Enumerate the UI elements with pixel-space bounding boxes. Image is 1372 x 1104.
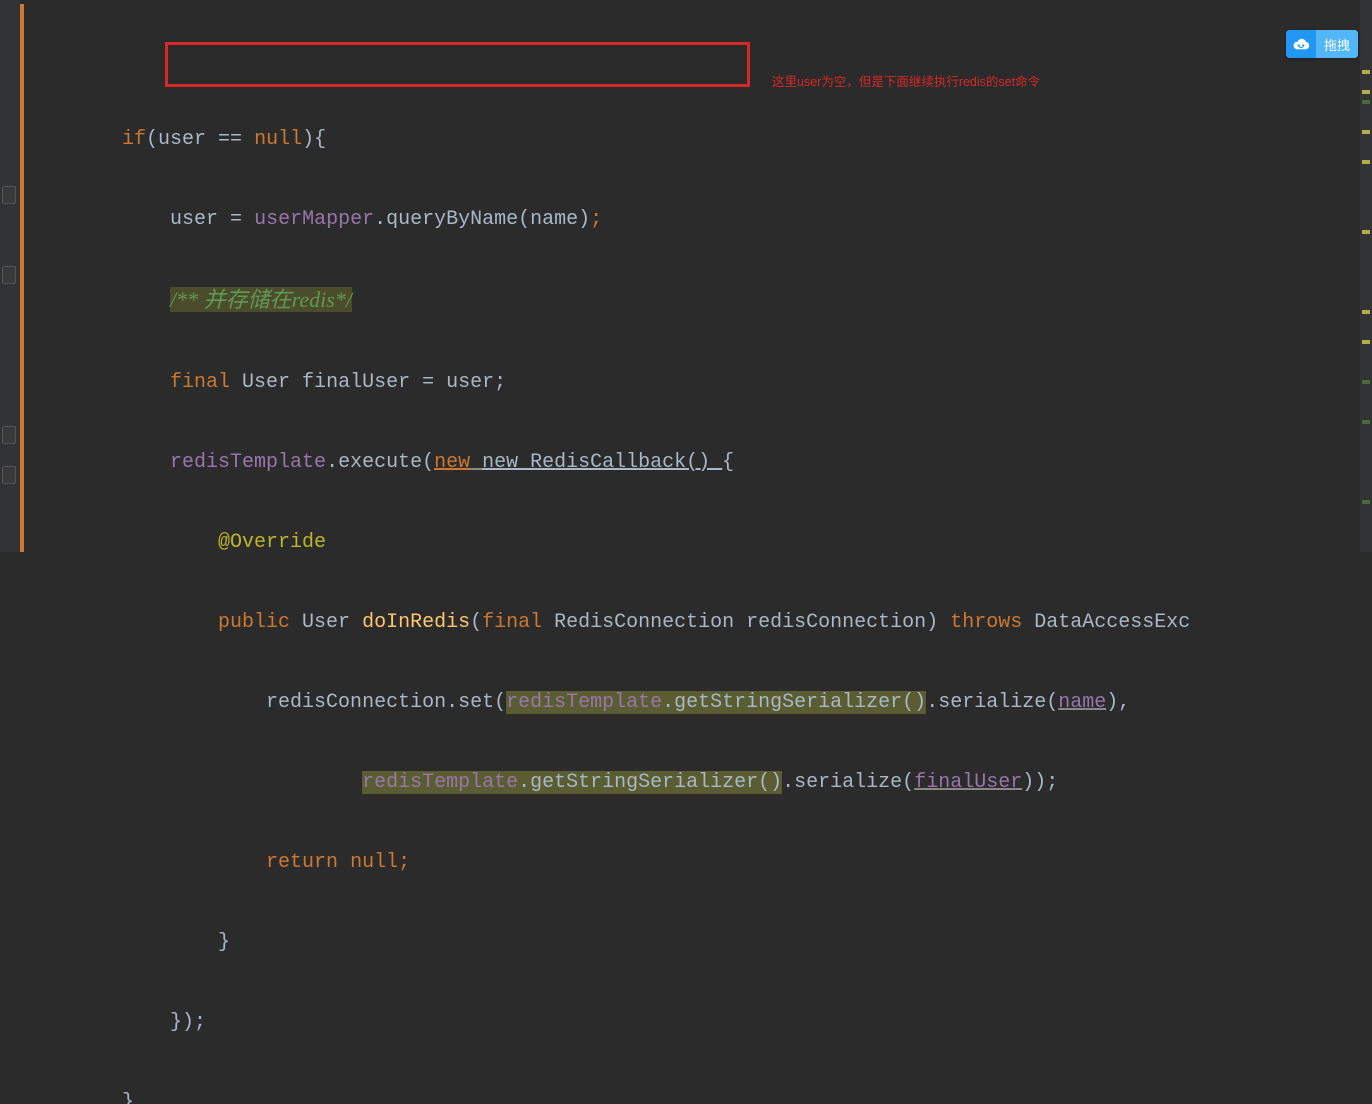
highlight-box bbox=[165, 42, 750, 87]
field-ref: userMapper bbox=[254, 208, 374, 231]
keyword-return: return bbox=[266, 851, 338, 874]
doc-comment: /** 并存储在redis*/ bbox=[170, 287, 352, 312]
method-name: doInRedis bbox=[362, 611, 470, 634]
editor-error-stripe[interactable] bbox=[1360, 0, 1372, 552]
annotation-override: @Override bbox=[218, 531, 326, 554]
code-line: @Override bbox=[26, 523, 1372, 563]
change-marker bbox=[20, 4, 24, 552]
code-line: return null; bbox=[26, 843, 1372, 883]
code-line: redisTemplate.getStringSerializer().seri… bbox=[26, 763, 1372, 803]
keyword-public: public bbox=[218, 611, 290, 634]
cloud-icon[interactable] bbox=[1286, 30, 1316, 58]
gutter-fold-icon[interactable] bbox=[2, 426, 16, 444]
code-line: redisTemplate.execute(new new RedisCallb… bbox=[26, 443, 1372, 483]
code-content[interactable]: if(user == null){ user = userMapper.quer… bbox=[20, 0, 1372, 552]
code-line: } bbox=[26, 1083, 1372, 1104]
floating-toolbar[interactable]: 拖拽 bbox=[1286, 30, 1358, 58]
keyword-throws: throws bbox=[950, 611, 1022, 634]
keyword-null: null bbox=[254, 128, 302, 151]
editor-gutter bbox=[0, 0, 20, 552]
code-line: final User finalUser = user; bbox=[26, 363, 1372, 403]
hl-segment: redisTemplate.getStringSerializer() bbox=[362, 771, 782, 794]
code-line: public User doInRedis(final RedisConnect… bbox=[26, 603, 1372, 643]
param-link[interactable]: finalUser bbox=[914, 771, 1022, 794]
keyword-null: null bbox=[350, 851, 398, 874]
keyword-if: if bbox=[122, 128, 146, 151]
code-line: }); bbox=[26, 1003, 1372, 1043]
param-link[interactable]: name bbox=[1058, 691, 1106, 714]
keyword-final: final bbox=[482, 611, 542, 634]
gutter-fold-icon[interactable] bbox=[2, 466, 16, 484]
code-line: user = userMapper.queryByName(name); bbox=[26, 200, 1372, 240]
gutter-fold-icon[interactable] bbox=[2, 186, 16, 204]
code-line: } bbox=[26, 923, 1372, 963]
code-line: redisConnection.set(redisTemplate.getStr… bbox=[26, 683, 1372, 723]
code-line: if(user == null){ bbox=[26, 120, 1372, 160]
annotation-note: 这里user为空，但是下面继续执行redis的set命令 bbox=[772, 62, 1040, 102]
keyword-final: final bbox=[170, 371, 230, 394]
hl-segment: redisTemplate.getStringSerializer() bbox=[506, 691, 926, 714]
field-ref: redisTemplate bbox=[170, 451, 326, 474]
anon-class: new new RedisCallback() bbox=[434, 451, 722, 474]
toolbar-drag-label[interactable]: 拖拽 bbox=[1316, 30, 1358, 58]
gutter-fold-icon[interactable] bbox=[2, 266, 16, 284]
code-editor[interactable]: if(user == null){ user = userMapper.quer… bbox=[0, 0, 1372, 552]
code-line: /** 并存储在redis*/ bbox=[26, 280, 1372, 323]
